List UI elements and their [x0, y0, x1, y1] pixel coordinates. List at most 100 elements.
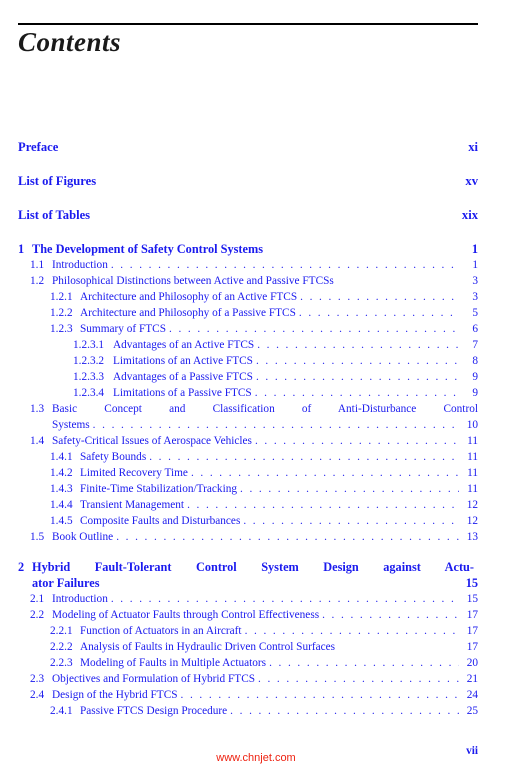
toc-entry-1-2-3[interactable]: 1.2.3 Summary of FTCS. . . . . . . . . . …	[0, 321, 478, 337]
toc-entry-2-1[interactable]: 2.1 Introduction. . . . . . . . . . . . .…	[0, 591, 478, 607]
entry-number: 1.2.1	[50, 291, 73, 303]
dot-leader: . . . . . . . . . . . . . . . . . . . . …	[187, 499, 459, 511]
entry-number: 1.4	[30, 435, 45, 447]
toc-entry-1-2[interactable]: 1.2 Philosophical Distinctions between Ac…	[0, 273, 478, 289]
toc-entry-1-2-3-2[interactable]: 1.2.3.2 Limitations of an Active FTCS. . …	[0, 353, 478, 369]
entry-number: 1.4.2	[50, 467, 73, 479]
entry-title: Architecture and Philosophy of a Passive…	[80, 307, 296, 319]
entry-page-number: 6	[472, 323, 478, 335]
entry-number: 1.1	[30, 259, 45, 271]
entry-page-number: 7	[472, 339, 478, 351]
entry-number: 2.3	[30, 673, 45, 685]
watermark-text: www.chnjet.com	[216, 752, 296, 764]
entry-number: 2.2.1	[50, 625, 73, 637]
page-folio: vii	[466, 745, 478, 757]
dot-leader: . . . . . . . . . . . . . . . . . . . . …	[116, 531, 459, 543]
toc-entry-1-1[interactable]: 1.1 Introduction. . . . . . . . . . . . .…	[0, 257, 478, 273]
toc-chapter-2[interactable]: 2 Hybrid Fault-Tolerant Control System De…	[0, 559, 478, 591]
dot-leader: . . . . . . . . . . . . . . . . . . . . …	[269, 657, 459, 669]
toc-entry-2-4-1[interactable]: 2.4.1 Passive FTCS Design Procedure. . . …	[0, 703, 478, 719]
dot-leader: . . . . . . . . . . . . . . . . . . . . …	[169, 323, 459, 335]
dot-leader: . . . . . . . . . . . . . . . . . . . . …	[298, 307, 459, 319]
entry-title: Limitations of a Passive FTCS	[113, 387, 252, 399]
entry-number: 1.2.3.4	[73, 387, 105, 399]
entry-title: Basic Concept and Classification of Anti…	[52, 403, 478, 415]
entry-title: Limitations of an Active FTCS	[113, 355, 253, 367]
entry-page-number: 3	[472, 291, 478, 303]
toc-entry-1-4-1[interactable]: 1.4.1 Safety Bounds. . . . . . . . . . . …	[0, 449, 478, 465]
toc-entry-1-2-3-1[interactable]: 1.2.3.1 Advantages of an Active FTCS. . .…	[0, 337, 478, 353]
entry-number: 1.3	[30, 403, 45, 415]
dot-leader: . . . . . . . . . . . . . . . . . . . . …	[257, 339, 459, 351]
entry-number: 1.4.1	[50, 451, 73, 463]
entry-title: Hybrid Fault-Tolerant Control System Des…	[32, 560, 474, 574]
dot-leader: . . . . . . . . . . . . . . . . . . . . …	[110, 593, 459, 605]
entry-title: Introduction	[52, 593, 108, 605]
entry-page-number: xv	[465, 174, 478, 188]
entry-title: Modeling of Faults in Multiple Actuators	[80, 657, 267, 669]
entry-page-number: 11	[467, 483, 478, 495]
entry-number: 2.1	[30, 593, 45, 605]
entry-number: 1.5	[30, 531, 45, 543]
entry-title: Limited Recovery Time	[80, 467, 188, 479]
toc-entry-1-2-3-3[interactable]: 1.2.3.3 Advantages of a Passive FTCS. . .…	[0, 369, 478, 385]
entry-page-number: 11	[467, 451, 478, 463]
entry-title: Architecture and Philosophy of an Active…	[80, 291, 298, 303]
entry-number: 1.2	[30, 275, 45, 287]
entry-title: Analysis of Faults in Hydraulic Driven C…	[80, 641, 336, 653]
toc-entry-2-2-1[interactable]: 2.2.1 Function of Actuators in an Aircraf…	[0, 623, 478, 639]
toc-chapter-1[interactable]: 1 The Development of Safety Control Syste…	[0, 241, 478, 257]
toc-entry-2-4[interactable]: 2.4 Design of the Hybrid FTCS. . . . . . …	[0, 687, 478, 703]
entry-title: Preface	[18, 140, 59, 154]
entry-title: List of Tables	[18, 208, 91, 222]
entry-title: Safety Bounds	[80, 451, 147, 463]
entry-number: 2.2.3	[50, 657, 73, 669]
entry-title: Book Outline	[52, 531, 114, 543]
toc-entry-list-of-figures[interactable]: List of Figures xv	[0, 173, 478, 189]
toc-entry-2-2-2[interactable]: 2.2.2 Analysis of Faults in Hydraulic Dri…	[0, 639, 478, 655]
toc-entry-list-of-tables[interactable]: List of Tables xix	[0, 207, 478, 223]
toc-entry-2-2[interactable]: 2.2 Modeling of Actuator Faults through C…	[0, 607, 478, 623]
entry-number: 1.4.4	[50, 499, 73, 511]
toc-entry-2-3[interactable]: 2.3 Objectives and Formulation of Hybrid …	[0, 671, 478, 687]
entry-page-number: 21	[466, 673, 478, 685]
entry-number: 1.2.3.3	[73, 371, 105, 383]
entry-number: 1.4.5	[50, 515, 73, 527]
toc-entry-1-2-1[interactable]: 1.2.1 Architecture and Philosophy of an A…	[0, 289, 478, 305]
dot-leader: . . . . . . . . . . . . . . . . . . . . …	[254, 435, 459, 447]
entry-number: 1.2.3.1	[73, 339, 105, 351]
entry-title: Modeling of Actuator Faults through Cont…	[52, 609, 320, 621]
dot-leader: . . . . . . . . . . . . . . . . . . . . …	[230, 705, 459, 717]
toc-entry-1-3[interactable]: 1.3 Basic Concept and Classification of A…	[0, 401, 478, 433]
toc-entry-1-4-5[interactable]: 1.4.5 Composite Faults and Disturbances. …	[0, 513, 478, 529]
entry-number: 1.2.3.2	[73, 355, 105, 367]
entry-page-number: 17	[466, 609, 478, 621]
toc-entry-1-2-3-4[interactable]: 1.2.3.4 Limitations of a Passive FTCS. . …	[0, 385, 478, 401]
entry-page-number: 12	[466, 515, 478, 527]
toc-entry-1-4-4[interactable]: 1.4.4 Transient Management. . . . . . . .…	[0, 497, 478, 513]
dot-leader: . . . . . . . . . . . . . . . . . . . . …	[258, 673, 459, 685]
entry-page-number: 9	[472, 371, 478, 383]
toc-page: Contents Preface xi List of Figures xv List …	[0, 0, 512, 780]
entry-title: Philosophical Distinctions between Activ…	[52, 275, 334, 287]
entry-page-number: xi	[468, 140, 478, 154]
toc-entry-1-4-3[interactable]: 1.4.3 Finite-Time Stabilization/Tracking.…	[0, 481, 478, 497]
entry-title-continued: ator Failures	[32, 576, 100, 590]
entry-page-number: 1	[472, 259, 478, 271]
toc-entry-1-5[interactable]: 1.5 Book Outline. . . . . . . . . . . . .…	[0, 529, 478, 545]
toc-entry-1-2-2[interactable]: 1.2.2 Architecture and Philosophy of a Pa…	[0, 305, 478, 321]
entry-title: Safety-Critical Issues of Aerospace Vehi…	[52, 435, 252, 447]
toc-entry-1-4-2[interactable]: 1.4.2 Limited Recovery Time. . . . . . . …	[0, 465, 478, 481]
toc-entry-preface[interactable]: Preface xi	[0, 139, 478, 155]
entry-page-number: 11	[467, 467, 478, 479]
entry-page-number: 17	[466, 641, 478, 653]
entry-title: Passive FTCS Design Procedure	[80, 705, 228, 717]
entry-title-continued: Systems	[52, 419, 90, 431]
dot-leader: . . . . . . . . . . . . . . . . . . . . …	[243, 515, 459, 527]
entry-page-number: 8	[472, 355, 478, 367]
toc-entry-2-2-3[interactable]: 2.2.3 Modeling of Faults in Multiple Actu…	[0, 655, 478, 671]
entry-page-number: 11	[467, 435, 478, 447]
entry-page-number: 3	[472, 275, 478, 287]
toc-entry-1-4[interactable]: 1.4 Safety-Critical Issues of Aerospace V…	[0, 433, 478, 449]
header-rule	[18, 23, 478, 25]
